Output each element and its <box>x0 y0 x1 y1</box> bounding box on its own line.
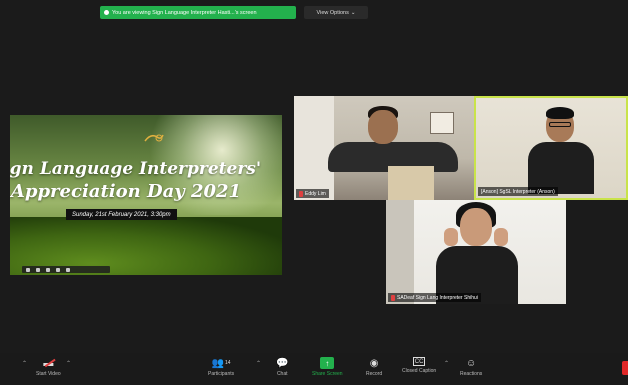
participant-name-label: SADeaf Sign Lang Interpreter Shihui <box>388 293 481 302</box>
participant-name-label: Eddy Lim <box>296 189 329 198</box>
slide-controls[interactable] <box>22 266 110 273</box>
chat-button[interactable]: 💬 Chat <box>276 357 289 378</box>
participants-button[interactable]: 👥 14 Participants <box>208 357 234 378</box>
meeting-toolbar: ⌃ ▬ Start Video ⌃ 👥14 Participants ⌃ 💬 C… <box>0 353 628 385</box>
shared-screen: Sign Language Interpreters' Appreciation… <box>10 115 282 275</box>
previous-icon[interactable] <box>26 267 30 272</box>
wall-frame <box>430 112 454 134</box>
video-tile-shihui[interactable]: SADeaf Sign Lang Interpreter Shihui <box>386 200 566 304</box>
video-off-icon: ▬ <box>43 357 56 369</box>
slide-title-line2: Appreciation Day 2021 <box>10 181 242 202</box>
mic-muted-icon <box>299 190 303 197</box>
view-options-label: View Options <box>316 9 349 16</box>
chevron-up-icon[interactable]: ⌃ <box>22 360 27 367</box>
participant-avatar <box>368 110 398 144</box>
view-options-button[interactable]: View Options ⌄ <box>304 6 368 19</box>
closed-caption-button[interactable]: CC Closed Caption <box>402 357 436 374</box>
chevron-up-icon[interactable]: ⌃ <box>66 360 71 367</box>
chevron-down-icon: ⌄ <box>350 9 356 16</box>
video-tile-eddy[interactable]: Eddy Lim <box>294 96 474 200</box>
participant-avatar <box>460 208 492 246</box>
end-meeting-button[interactable] <box>622 361 628 375</box>
reactions-button[interactable]: ☺ Reactions <box>460 357 482 378</box>
share-screen-button[interactable]: ↑ Share Screen <box>312 357 343 377</box>
chat-icon: 💬 <box>276 357 289 369</box>
share-screen-icon: ↑ <box>320 357 335 369</box>
pointer-icon[interactable] <box>46 267 50 272</box>
meeting-window: You are viewing Sign Language Interprete… <box>0 0 628 385</box>
chevron-up-icon[interactable]: ⌃ <box>256 360 261 367</box>
participants-icon: 👥 14 <box>211 357 231 369</box>
share-banner-text: You are viewing Sign Language Interprete… <box>112 9 257 16</box>
event-logo-icon <box>144 134 164 142</box>
more-icon[interactable] <box>66 267 70 272</box>
slide-date: Sunday, 21st February 2021, 3:30pm <box>66 209 177 220</box>
mic-muted-icon <box>391 294 395 301</box>
pen-icon[interactable] <box>36 267 40 272</box>
cc-icon: CC <box>412 357 426 366</box>
share-indicator-icon <box>104 10 109 15</box>
video-tile-anson-active[interactable]: [Anson] SgSL Interpreter (Anson) <box>474 96 628 200</box>
start-video-button[interactable]: ▬ Start Video <box>36 357 61 378</box>
next-icon[interactable] <box>56 267 60 272</box>
screen-share-banner[interactable]: You are viewing Sign Language Interprete… <box>100 6 296 19</box>
participant-name-label: [Anson] SgSL Interpreter (Anson) <box>478 187 558 196</box>
reactions-icon: ☺ <box>466 357 477 369</box>
slide-title-line1: Sign Language Interpreters' <box>10 159 262 179</box>
chevron-up-icon[interactable]: ⌃ <box>444 360 449 367</box>
record-icon: ◉ <box>369 357 379 369</box>
record-button[interactable]: ◉ Record <box>366 357 382 378</box>
